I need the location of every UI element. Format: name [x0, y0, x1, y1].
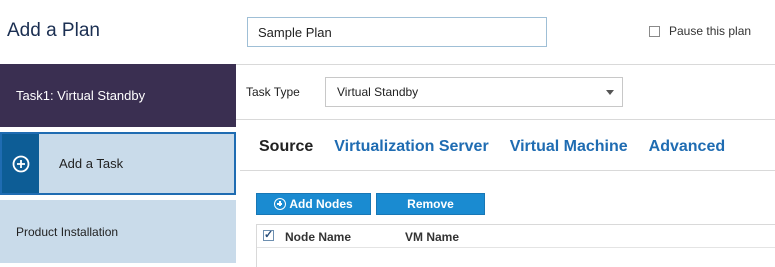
remove-button[interactable]: Remove	[376, 193, 485, 215]
nodes-table: Node Name VM Name	[256, 224, 775, 267]
task-type-label: Task Type	[246, 85, 300, 99]
plan-name-input[interactable]	[247, 17, 547, 47]
remove-label: Remove	[407, 197, 454, 211]
pause-plan-checkbox[interactable]	[649, 25, 660, 37]
task-type-select[interactable]: Virtual Standby	[325, 77, 623, 107]
pause-plan-label: Pause this plan	[669, 24, 752, 38]
chevron-down-icon	[606, 90, 614, 95]
plus-circle-icon[interactable]	[2, 134, 39, 193]
column-header-node-name[interactable]: Node Name	[285, 230, 351, 244]
tabs-divider	[240, 170, 775, 171]
tab-virtual-machine[interactable]: Virtual Machine	[510, 138, 628, 156]
pause-plan-toggle[interactable]: Pause this plan	[649, 24, 751, 38]
add-nodes-label: Add Nodes	[289, 197, 353, 211]
plus-circle-icon	[274, 198, 287, 210]
sidebar-item-add-task[interactable]: Add a Task	[0, 132, 236, 195]
sidebar-item-task1[interactable]: Task1: Virtual Standby	[0, 64, 236, 127]
task-type-selected-value: Virtual Standby	[337, 85, 419, 99]
sidebar-item-label: Task1: Virtual Standby	[16, 88, 146, 103]
sidebar-item-product-installation[interactable]: Product Installation	[0, 200, 236, 263]
page-title: Add a Plan	[7, 20, 100, 41]
header-bar: Add a Plan Pause this plan	[0, 0, 775, 64]
tab-source[interactable]: Source	[259, 138, 313, 156]
sidebar-item-label: Add a Task	[59, 156, 124, 171]
task-sidebar: Task1: Virtual Standby Add a Task Produc…	[0, 64, 236, 267]
column-header-vm-name[interactable]: VM Name	[405, 230, 459, 244]
add-nodes-button[interactable]: Add Nodes	[256, 193, 371, 215]
select-all-checkbox[interactable]	[263, 228, 274, 241]
sidebar-item-label: Product Installation	[16, 224, 119, 239]
task-type-row: Task Type Virtual Standby	[236, 64, 775, 120]
tab-virtualization-server[interactable]: Virtualization Server	[334, 138, 488, 156]
table-header-row: Node Name VM Name	[257, 225, 775, 248]
tab-bar: Source Virtualization Server Virtual Mac…	[259, 138, 746, 156]
tab-advanced[interactable]: Advanced	[649, 138, 725, 156]
